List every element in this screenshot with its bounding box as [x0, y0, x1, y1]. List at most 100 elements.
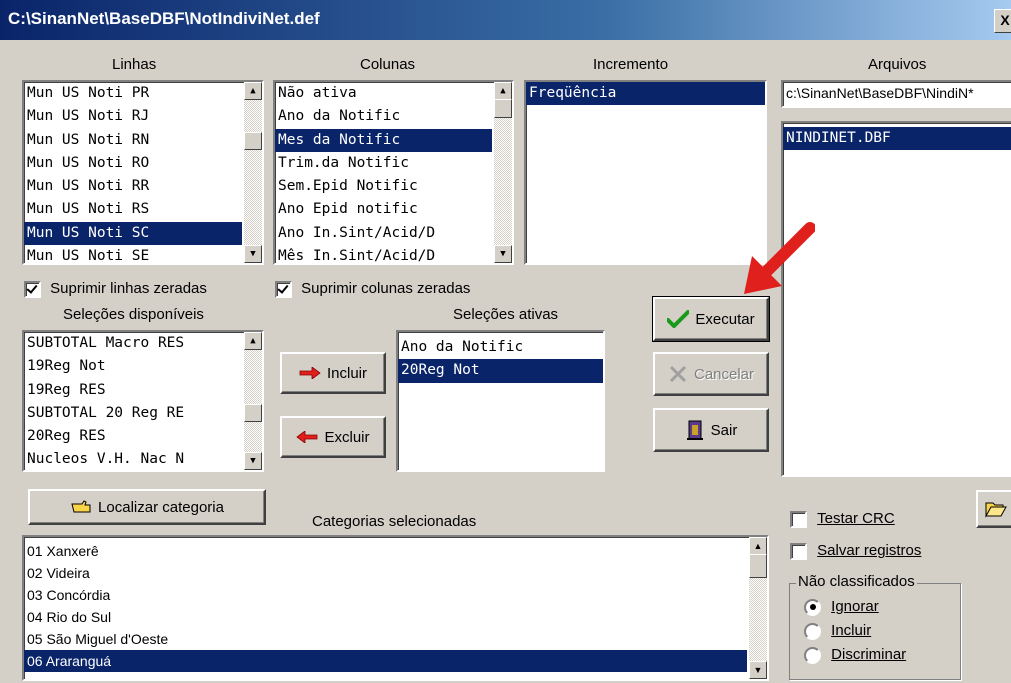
colunas-list-item[interactable]: Sem.Epid Notific: [275, 175, 492, 198]
linhas-scrollbar[interactable]: ▲ ▼: [244, 82, 262, 263]
linhas-list-item[interactable]: Mun US Noti RR: [24, 175, 242, 198]
scroll-thumb[interactable]: [494, 99, 512, 118]
selecoes-ativas-label: Seleções ativas: [453, 306, 559, 323]
scroll-thumb[interactable]: [244, 404, 262, 422]
incremento-label: Incremento: [593, 56, 669, 73]
radio-ignorar-label: Ignorar: [831, 598, 879, 615]
arrow-left-icon: [296, 431, 318, 443]
localizar-label: Localizar categoria: [98, 498, 224, 516]
selecoes-disponiveis-item[interactable]: 19Reg RES: [24, 379, 242, 402]
localizar-categoria-button[interactable]: Localizar categoria: [28, 489, 266, 525]
colunas-list-item[interactable]: Trim.da Notific: [275, 152, 492, 175]
colunas-list: Não ativa Ano da Notific Mes da Notific Tri…: [275, 82, 512, 263]
selecoes-disponiveis-item[interactable]: 19Reg Not: [24, 355, 242, 378]
executar-label: Executar: [695, 310, 755, 328]
close-button[interactable]: X: [994, 9, 1011, 33]
arquivos-file-list[interactable]: NINDINET.DBF: [781, 121, 1011, 477]
arrow-right-icon: [299, 367, 321, 379]
linhas-list-item[interactable]: Mun US Noti SC: [24, 221, 242, 246]
suprimir-colunas-checkbox[interactable]: Suprimir colunas zeradas: [275, 280, 470, 298]
categoria-item[interactable]: 01 Xanxerê: [24, 540, 747, 562]
colunas-list-item[interactable]: Não ativa: [275, 82, 492, 105]
linhas-list-item[interactable]: Mun US Noti PR: [24, 82, 242, 105]
arquivos-path: c:\SinanNet\BaseDBF\NindiN*: [786, 85, 974, 101]
colunas-list-item[interactable]: Mês In.Sint/Acid/D: [275, 245, 492, 263]
cancelar-button[interactable]: Cancelar: [653, 352, 769, 396]
checkbox-checked-icon: [24, 280, 41, 298]
excluir-button[interactable]: Excluir: [280, 416, 386, 458]
file-list-item[interactable]: NINDINET.DBF: [783, 127, 1011, 151]
scroll-up-icon[interactable]: ▲: [749, 537, 767, 555]
checkbox-checked-icon: [275, 280, 292, 298]
categoria-item[interactable]: 06 Araranguá: [24, 650, 747, 672]
colunas-list-item[interactable]: Ano da Notific: [275, 105, 492, 128]
pointing-hand-icon: [71, 500, 91, 513]
linhas-list-item[interactable]: Mun US Noti RO: [24, 152, 242, 175]
suprimir-linhas-label: Suprimir linhas zeradas: [50, 280, 207, 297]
files-list: NINDINET.DBF: [783, 123, 1011, 151]
scroll-down-icon[interactable]: ▼: [494, 245, 512, 263]
colunas-scrollbar[interactable]: ▲ ▼: [494, 82, 512, 263]
selecoes-disponiveis-label: Seleções disponíveis: [63, 306, 204, 323]
suprimir-linhas-checkbox[interactable]: Suprimir linhas zeradas: [24, 280, 207, 298]
selecoes-disponiveis-list: SUBTOTAL Macro RES 19Reg Not 19Reg RES SUBT…: [24, 332, 262, 470]
colunas-list-item[interactable]: Ano Epid notific: [275, 198, 492, 221]
scroll-down-icon[interactable]: ▼: [244, 245, 262, 263]
selecoes-disponiveis-item[interactable]: Nucleos V.H. Nac N: [24, 448, 242, 470]
selecoes-ativas-item[interactable]: Ano da Notific: [398, 336, 603, 359]
sair-label: Sair: [710, 421, 738, 439]
scroll-up-icon[interactable]: ▲: [244, 332, 262, 350]
incremento-list: Freqüência: [526, 82, 765, 106]
linhas-listbox[interactable]: Mun US Noti PR Mun US Noti RJ Mun US Noti …: [22, 80, 264, 265]
selecoes-disponiveis-listbox[interactable]: SUBTOTAL Macro RES 19Reg Not 19Reg RES SUBT…: [22, 330, 264, 472]
disponiveis-scrollbar[interactable]: ▲ ▼: [244, 332, 262, 470]
selecoes-ativas-list: Ano da Notific 20Reg Not: [398, 332, 603, 383]
sair-button[interactable]: Sair: [653, 408, 769, 452]
scroll-thumb[interactable]: [749, 554, 767, 578]
salvar-registros-checkbox[interactable]: Salvar registros: [790, 542, 921, 560]
linhas-label: Linhas: [112, 56, 157, 73]
incremento-list-item[interactable]: Freqüência: [526, 82, 765, 106]
window-title: C:\SinanNet\BaseDBF\NotIndiviNet.def: [8, 9, 320, 28]
categoria-item[interactable]: 04 Rio do Sul: [24, 606, 747, 628]
colunas-listbox[interactable]: Não ativa Ano da Notific Mes da Notific Tri…: [273, 80, 514, 265]
categorias-scrollbar[interactable]: ▲ ▼: [749, 537, 767, 679]
incluir-button[interactable]: Incluir: [280, 352, 386, 394]
selecoes-disponiveis-item[interactable]: SUBTOTAL 20 Reg RE: [24, 402, 242, 425]
radio-ignorar[interactable]: Ignorar: [804, 598, 879, 616]
linhas-list-item[interactable]: Mun US Noti RN: [24, 129, 242, 152]
door-exit-icon: [686, 420, 703, 440]
testar-crc-checkbox[interactable]: Testar CRC: [790, 510, 895, 528]
scroll-down-icon[interactable]: ▼: [749, 661, 767, 679]
arquivos-path-field[interactable]: c:\SinanNet\BaseDBF\NindiN*: [781, 80, 1011, 108]
selecoes-disponiveis-item[interactable]: SUBTOTAL Macro RES: [24, 332, 242, 355]
open-folder-button[interactable]: [976, 490, 1011, 528]
cancel-x-icon: [669, 365, 687, 383]
radio-discriminar[interactable]: Discriminar: [804, 646, 906, 664]
selecoes-ativas-listbox[interactable]: Ano da Notific 20Reg Not: [396, 330, 605, 472]
categoria-item[interactable]: 02 Videira: [24, 562, 747, 584]
checkmark-icon: [667, 310, 690, 328]
categorias-label: Categorias selecionadas: [312, 513, 477, 530]
annotation-arrow-icon: [744, 222, 815, 294]
scroll-thumb[interactable]: [244, 132, 262, 150]
categoria-item[interactable]: 05 São Miguel d'Oeste: [24, 628, 747, 650]
linhas-list-item[interactable]: Mun US Noti RJ: [24, 105, 242, 128]
colunas-list-item[interactable]: Ano In.Sint/Acid/D: [275, 222, 492, 245]
linhas-list-item[interactable]: Mun US Noti SE: [24, 245, 242, 263]
selecoes-ativas-item[interactable]: 20Reg Not: [398, 359, 603, 383]
scroll-up-icon[interactable]: ▲: [494, 82, 512, 100]
radio-selected-icon: [804, 598, 821, 616]
selecoes-disponiveis-item[interactable]: 20Reg RES: [24, 425, 242, 448]
scroll-down-icon[interactable]: ▼: [244, 452, 262, 470]
categorias-listbox[interactable]: 01 Xanxerê 02 Videira 03 Concórdia 04 Rio d…: [22, 535, 769, 681]
categorias-list: 01 Xanxerê 02 Videira 03 Concórdia 04 Rio d…: [24, 537, 767, 672]
checkbox-empty-icon: [790, 542, 807, 560]
colunas-list-item[interactable]: Mes da Notific: [275, 128, 492, 152]
radio-incluir[interactable]: Incluir: [804, 622, 871, 640]
linhas-list-item[interactable]: Mun US Noti RS: [24, 198, 242, 221]
categoria-item[interactable]: 03 Concórdia: [24, 584, 747, 606]
scroll-up-icon[interactable]: ▲: [244, 82, 262, 100]
salvar-registros-label: Salvar registros: [817, 542, 922, 559]
radio-empty-icon: [804, 622, 821, 640]
